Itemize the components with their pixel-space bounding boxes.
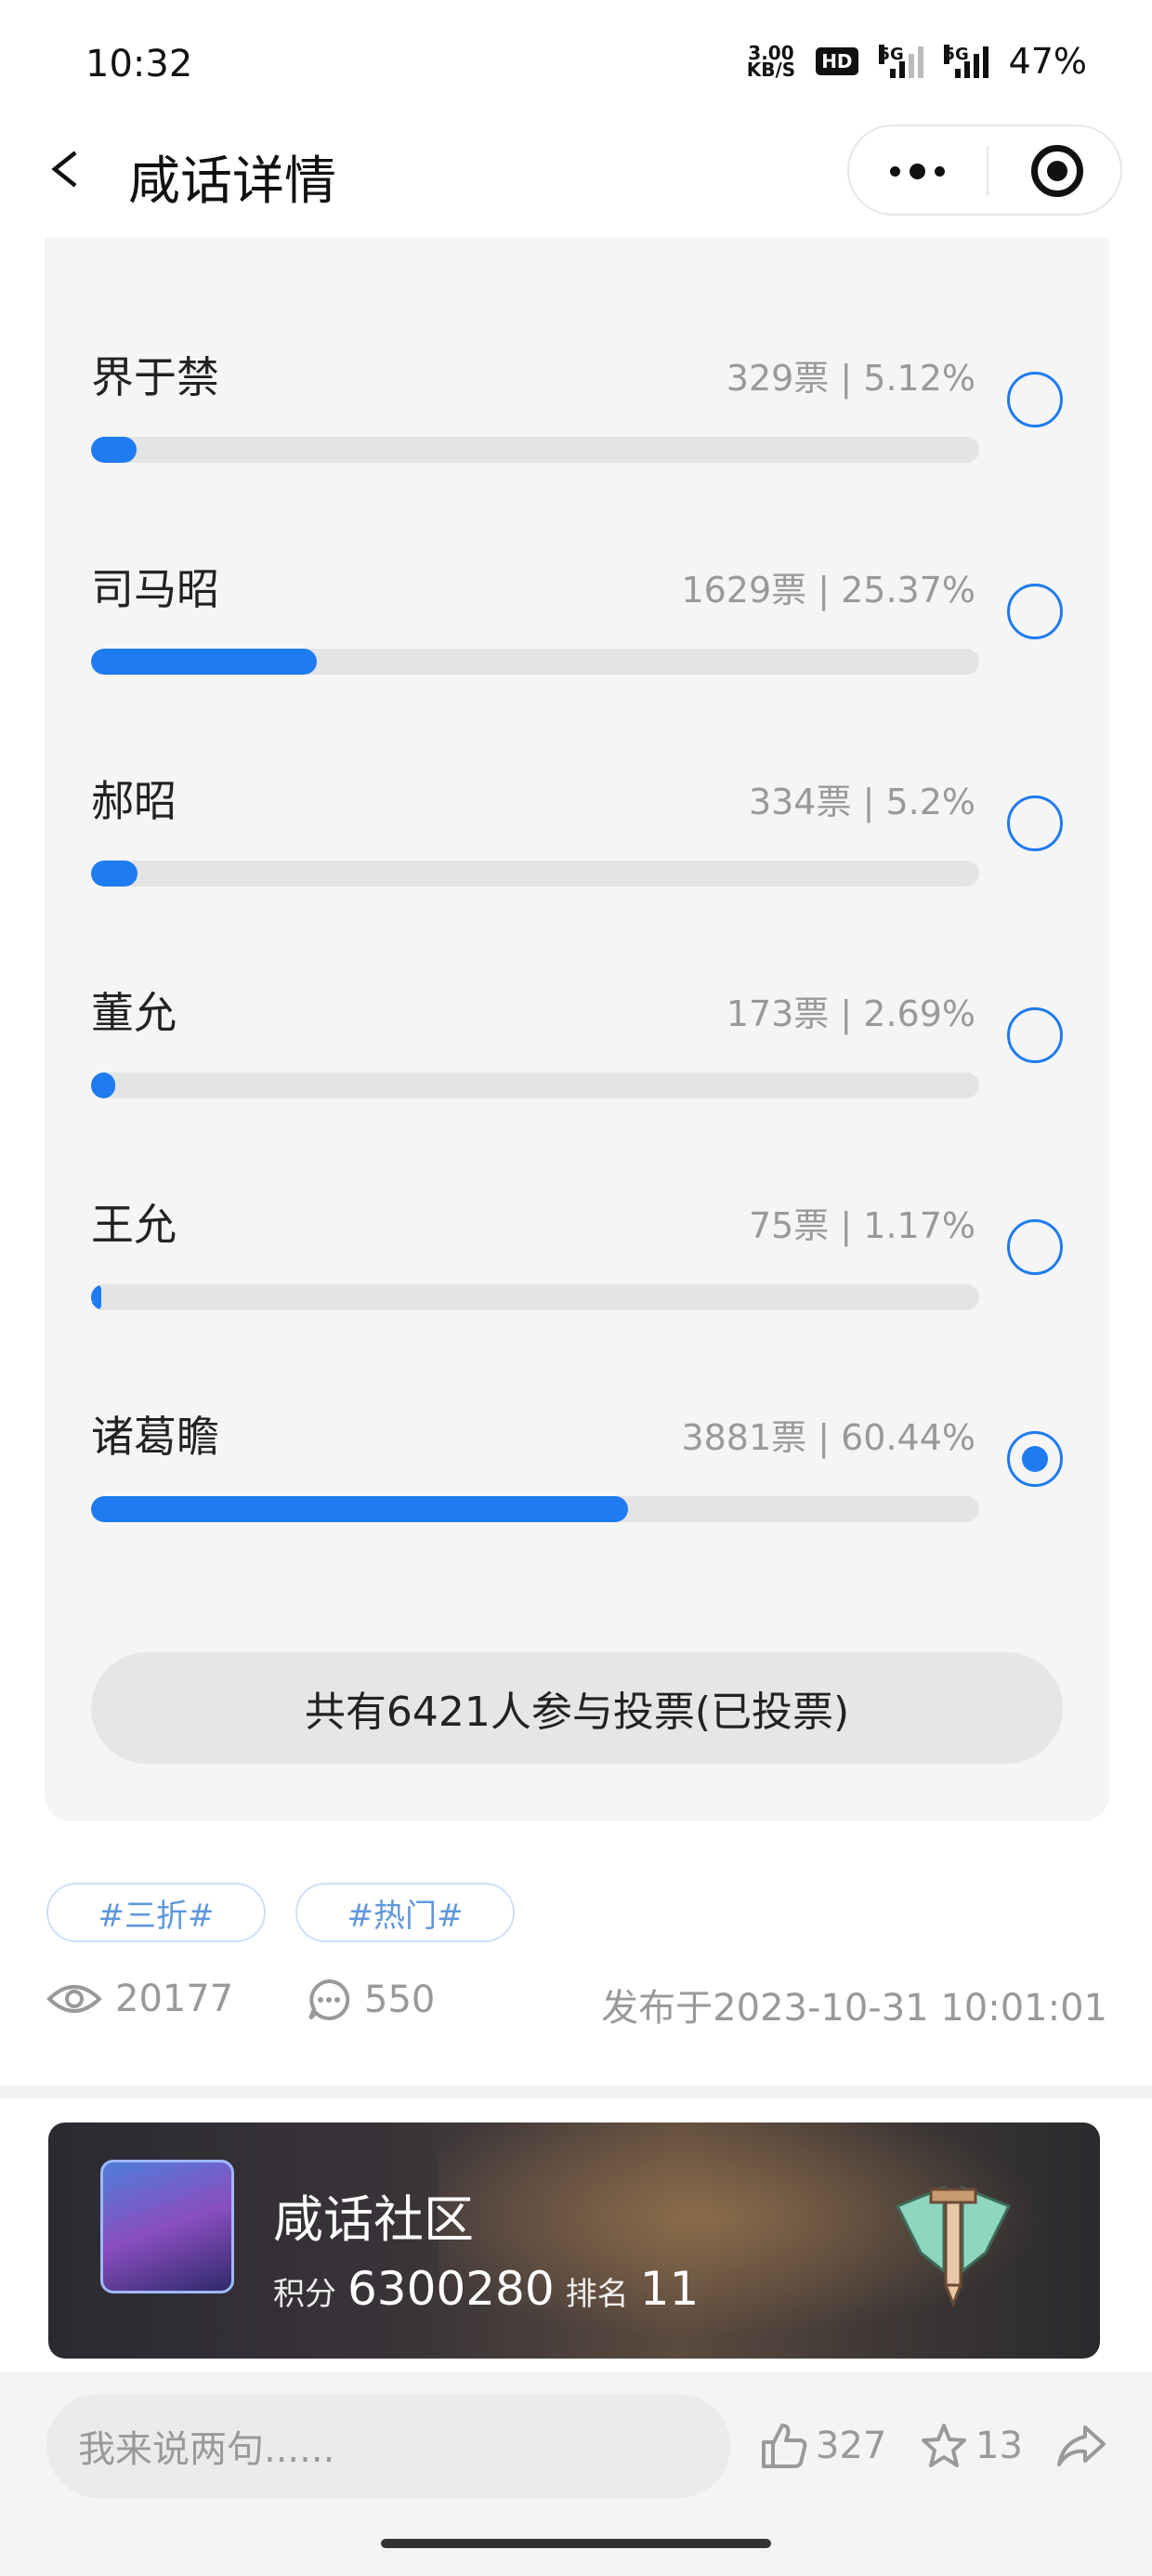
poll-option-radio[interactable] (1007, 795, 1063, 851)
sword-shield-badge-icon (895, 2185, 1012, 2308)
home-indicator (381, 2539, 771, 2548)
share-icon (1057, 2425, 1106, 2466)
poll-option-radio[interactable] (1007, 1219, 1063, 1275)
thumbs-up-icon (762, 2424, 807, 2468)
community-stats: 积分 6300280 排名 11 (273, 2262, 699, 2316)
publish-time: 发布于2023-10-31 10:01:01 (601, 1987, 1107, 2030)
eye-icon (46, 1985, 102, 2013)
comments-count: 550 (307, 1978, 435, 2022)
battery-level: 47% (1008, 41, 1087, 82)
section-divider (0, 2085, 1152, 2098)
poll-option-stat: 334票 | 5.2% (748, 782, 975, 822)
more-menu-icon[interactable] (890, 164, 945, 179)
signal-icon-1: 5G (878, 45, 923, 78)
poll-option-name: 王允 (91, 1200, 177, 1250)
favorite-count: 13 (975, 2425, 1023, 2467)
poll-option-radio[interactable] (1007, 372, 1063, 427)
network-type-2: 5G (943, 45, 969, 64)
views-value: 20177 (115, 1978, 234, 2020)
comment-input[interactable]: 我来说两句...... (46, 2394, 730, 2498)
poll-option-stat: 75票 | 1.17% (748, 1205, 975, 1246)
hd-icon: HD (816, 47, 858, 75)
poll-option-progress-fill (91, 437, 137, 463)
community-avatar (100, 2160, 234, 2293)
poll-option-name: 诸葛瞻 (91, 1412, 219, 1462)
poll-option-name: 董允 (91, 988, 177, 1038)
poll-option-stat: 329票 | 5.12% (726, 358, 975, 399)
network-speed: 3.00 KB/S (746, 44, 796, 81)
poll-option-name: 界于禁 (91, 352, 219, 402)
poll-option-progress-fill (91, 1496, 628, 1522)
poll-option-name: 郝昭 (91, 776, 177, 826)
poll-option-stat: 3881票 | 60.44% (681, 1417, 975, 1458)
poll-option-stat: 173票 | 2.69% (726, 993, 975, 1034)
poll-option-progress-fill (91, 861, 137, 887)
poll-option-progress-track (91, 1284, 979, 1310)
poll-option-name: 司马昭 (91, 564, 219, 614)
points-label: 积分 (273, 2276, 336, 2313)
poll-option-progress-track (91, 649, 979, 675)
poll-option-progress-track (91, 437, 979, 463)
network-speed-unit: KB/S (746, 59, 796, 81)
status-icons: 3.00 KB/S HD 5G 5G 47% (747, 41, 1087, 82)
points-value: 6300280 (347, 2262, 555, 2316)
page-title: 咸话详情 (128, 151, 336, 212)
like-count: 327 (816, 2425, 887, 2467)
signal-icon-2: 5G (943, 45, 988, 78)
close-miniprogram-icon[interactable] (1031, 145, 1083, 197)
like-button[interactable]: 327 (760, 2422, 886, 2470)
community-name: 咸话社区 (273, 2190, 474, 2249)
status-time: 10:32 (85, 43, 193, 85)
rank-label: 排名 (565, 2276, 629, 2313)
poll-option-progress-track (91, 1072, 979, 1098)
tag-remen[interactable]: #热门# (295, 1883, 515, 1942)
vote-total-button[interactable]: 共有6421人参与投票(已投票) (91, 1652, 1063, 1764)
favorite-button[interactable]: 13 (920, 2422, 1023, 2470)
tag-sanzhe[interactable]: #三折# (46, 1883, 266, 1942)
back-icon[interactable] (46, 143, 84, 195)
poll-option-progress-track (91, 861, 979, 887)
mini-program-capsule (847, 125, 1122, 216)
comment-icon (308, 1978, 350, 2020)
capsule-divider (987, 147, 988, 195)
poll-option-radio[interactable] (1007, 584, 1063, 639)
poll-option-progress-track (91, 1496, 979, 1522)
community-banner[interactable]: 咸话社区 积分 6300280 排名 11 (48, 2123, 1100, 2359)
network-type-1: 5G (878, 45, 904, 64)
poll-option-progress-fill (91, 1072, 115, 1098)
poll-option-progress-fill (91, 649, 317, 675)
poll-option-radio[interactable] (1007, 1007, 1063, 1063)
poll-option-radio-selected[interactable] (1007, 1431, 1063, 1487)
views-count: 20177 (46, 1978, 233, 2020)
share-button[interactable] (1055, 2422, 1107, 2470)
rank-value: 11 (639, 2262, 700, 2316)
star-icon (922, 2424, 966, 2467)
comments-value: 550 (364, 1978, 436, 2021)
poll-option-stat: 1629票 | 25.37% (681, 570, 975, 611)
